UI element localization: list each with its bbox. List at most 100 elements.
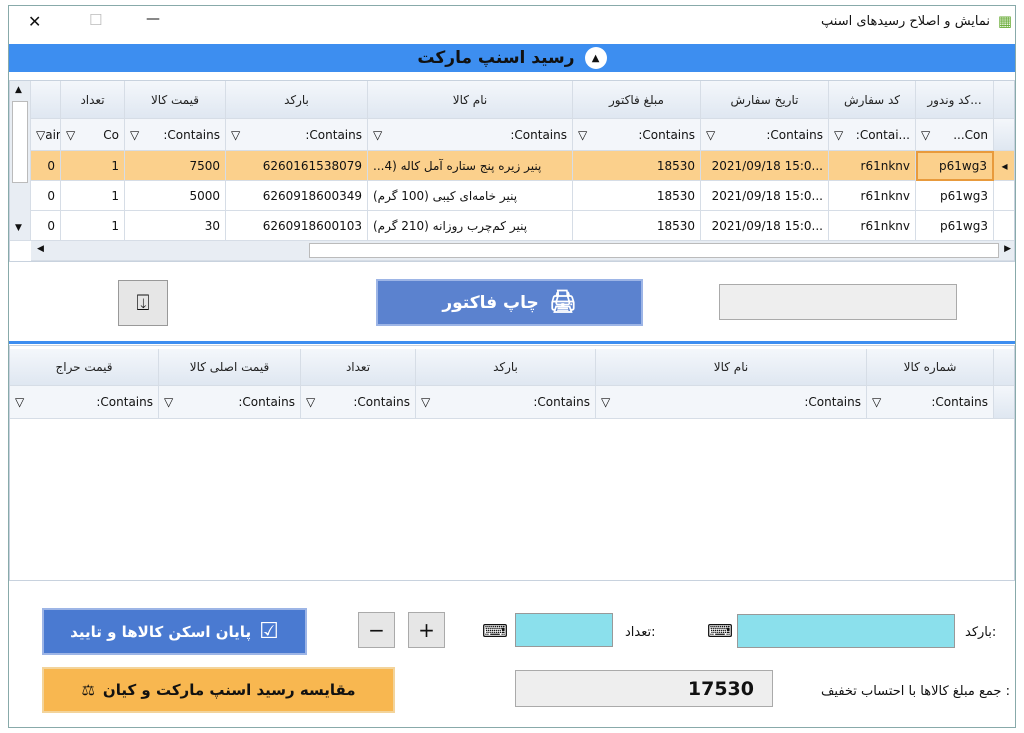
filter-cell[interactable]: ▽:Contains — [301, 386, 416, 419]
filter-cell[interactable]: ▽ :Contains — [10, 386, 159, 419]
filter-text[interactable]: :Contains — [766, 128, 823, 142]
filter-text[interactable]: :Contains — [804, 395, 861, 409]
filter-cell[interactable]: ▽ Co — [61, 119, 125, 151]
keyboard-icon[interactable]: ⌨ — [703, 618, 737, 645]
table-cell[interactable]: p61wg3 — [916, 211, 994, 241]
plus-button[interactable]: + — [408, 612, 445, 648]
table-cell[interactable]: پنیر زیره پنج ستاره آمل کاله (4... — [368, 151, 573, 181]
filter-icon[interactable]: ▽ — [421, 395, 430, 409]
filter-icon[interactable]: ▽ — [834, 128, 843, 142]
table-cell[interactable]: 2021/09/18 15:0... — [701, 181, 829, 211]
filter-icon[interactable]: ▽ — [872, 395, 881, 409]
filter-cell[interactable]: ▽ :Contains — [125, 119, 226, 151]
filter-icon[interactable]: ▽ — [164, 395, 173, 409]
scroll-right-icon[interactable]: ▶ — [1004, 244, 1011, 254]
table-cell[interactable]: p61wg3 — [916, 181, 994, 211]
filter-cell[interactable]: ▽ :Contains — [416, 386, 596, 419]
filter-icon[interactable]: ▽ — [130, 128, 139, 142]
table-cell[interactable]: 0 — [31, 151, 61, 181]
column-header[interactable]: تعداد — [301, 349, 416, 386]
table-cell[interactable]: r61nknv — [829, 151, 916, 181]
filter-icon[interactable]: ▽ — [921, 128, 930, 142]
filter-text[interactable]: :Contains — [533, 395, 590, 409]
table-cell[interactable]: p61wg3 — [916, 151, 994, 181]
filter-cell[interactable]: ▽ains — [31, 119, 61, 151]
close-button[interactable]: ✕ — [28, 12, 41, 31]
filter-text[interactable]: :Contains — [510, 128, 567, 142]
filter-cell[interactable]: ▽ :Contai... — [829, 119, 916, 151]
scroll-thumb[interactable] — [309, 243, 999, 258]
column-header[interactable]: نام کالا — [368, 81, 573, 119]
filter-cell[interactable]: ▽:Contains — [573, 119, 701, 151]
table-cell[interactable]: پنیر کم‌چرب روزانه (210 گرم) — [368, 211, 573, 241]
filter-cell[interactable]: ▽ :Contains — [596, 386, 867, 419]
chevron-up-icon[interactable]: ▲ — [584, 47, 607, 69]
compare-button[interactable]: مقایسه رسید اسنپ مارکت و کیان ⚖ — [42, 667, 395, 713]
table-cell[interactable]: 6260161538079 — [226, 151, 368, 181]
column-header[interactable]: تعداد — [61, 81, 125, 119]
filter-icon[interactable]: ▽ — [601, 395, 610, 409]
column-header[interactable]: قیمت کالا — [125, 81, 226, 119]
filter-icon[interactable]: ▽ — [231, 128, 240, 142]
filter-icon[interactable]: ▽ — [66, 128, 75, 142]
table-cell[interactable]: 7500 — [125, 151, 226, 181]
column-header[interactable] — [31, 81, 61, 119]
filter-icon[interactable]: ▽ — [578, 128, 587, 142]
keyboard-icon[interactable]: ⌨ — [478, 618, 512, 645]
table-cell[interactable]: 18530 — [573, 151, 701, 181]
column-header[interactable]: قیمت حراج — [10, 349, 159, 386]
filter-text[interactable]: :Contains — [931, 395, 988, 409]
table-cell[interactable]: 6260918600103 — [226, 211, 368, 241]
barcode-input[interactable] — [737, 614, 955, 648]
column-header[interactable]: بارکد — [226, 81, 368, 119]
filter-cell[interactable]: ▽ :Contains — [867, 386, 994, 419]
table-cell[interactable]: 2021/09/18 15:0... — [701, 151, 829, 181]
filter-text[interactable]: :Contains — [163, 128, 220, 142]
filter-cell[interactable]: ▽ :Contains — [701, 119, 829, 151]
filter-text[interactable]: ...Con — [953, 128, 988, 142]
filter-icon[interactable]: ▽ — [373, 128, 382, 142]
column-header[interactable]: کد سفارش — [829, 81, 916, 119]
column-header[interactable]: مبلغ فاکتور — [573, 81, 701, 119]
filter-text[interactable]: ains — [45, 128, 60, 142]
column-header[interactable]: بارکد — [416, 349, 596, 386]
table-cell[interactable]: 1 — [61, 151, 125, 181]
minimize-button[interactable]: — — [146, 11, 160, 27]
table-cell[interactable]: 1 — [61, 211, 125, 241]
table-cell[interactable]: 18530 — [573, 181, 701, 211]
column-header[interactable]: تاریخ سفارش — [701, 81, 829, 119]
table-cell[interactable]: 1 — [61, 181, 125, 211]
minus-button[interactable]: − — [358, 612, 395, 648]
filter-text[interactable]: :Contains — [96, 395, 153, 409]
side-textbox[interactable] — [719, 284, 957, 320]
filter-icon[interactable]: ▽ — [15, 395, 24, 409]
row-indicator[interactable] — [994, 211, 1014, 241]
row-indicator[interactable] — [994, 181, 1014, 211]
qty-input[interactable] — [515, 613, 613, 647]
table-cell[interactable]: 0 — [31, 181, 61, 211]
splitter[interactable] — [9, 341, 1015, 344]
filter-text[interactable]: :Contains — [305, 128, 362, 142]
table-cell[interactable]: 18530 — [573, 211, 701, 241]
column-header[interactable]: قیمت اصلی کالا — [159, 349, 301, 386]
maximize-button[interactable]: ☐ — [89, 11, 102, 29]
filter-cell[interactable]: ▽ ...Con — [916, 119, 994, 151]
table-cell[interactable]: 0 — [31, 211, 61, 241]
filter-text[interactable]: :Contains — [238, 395, 295, 409]
horizontal-scrollbar[interactable]: ◀ ▶ — [31, 241, 1014, 261]
row-indicator[interactable]: ◂ — [994, 151, 1014, 181]
column-header[interactable]: کد وندور... — [916, 81, 994, 119]
filter-text[interactable]: :Contains — [353, 395, 410, 409]
table-cell[interactable]: 2021/09/18 15:0... — [701, 211, 829, 241]
scroll-thumb[interactable] — [12, 101, 28, 183]
table-cell[interactable]: پنیر خامه‌ای کیبی (100 گرم) — [368, 181, 573, 211]
print-invoice-button[interactable]: چاپ فاکتور 🖨 — [376, 279, 643, 326]
table-cell[interactable]: 5000 — [125, 181, 226, 211]
filter-icon[interactable]: ▽ — [706, 128, 715, 142]
filter-text[interactable]: Co — [103, 128, 119, 142]
table-cell[interactable]: 6260918600349 — [226, 181, 368, 211]
filter-cell[interactable]: ▽ :Contains — [159, 386, 301, 419]
scroll-down-icon[interactable]: ▼ — [15, 223, 22, 233]
filter-text[interactable]: :Contai... — [856, 128, 910, 142]
scroll-left-icon[interactable]: ◀ — [37, 244, 44, 254]
